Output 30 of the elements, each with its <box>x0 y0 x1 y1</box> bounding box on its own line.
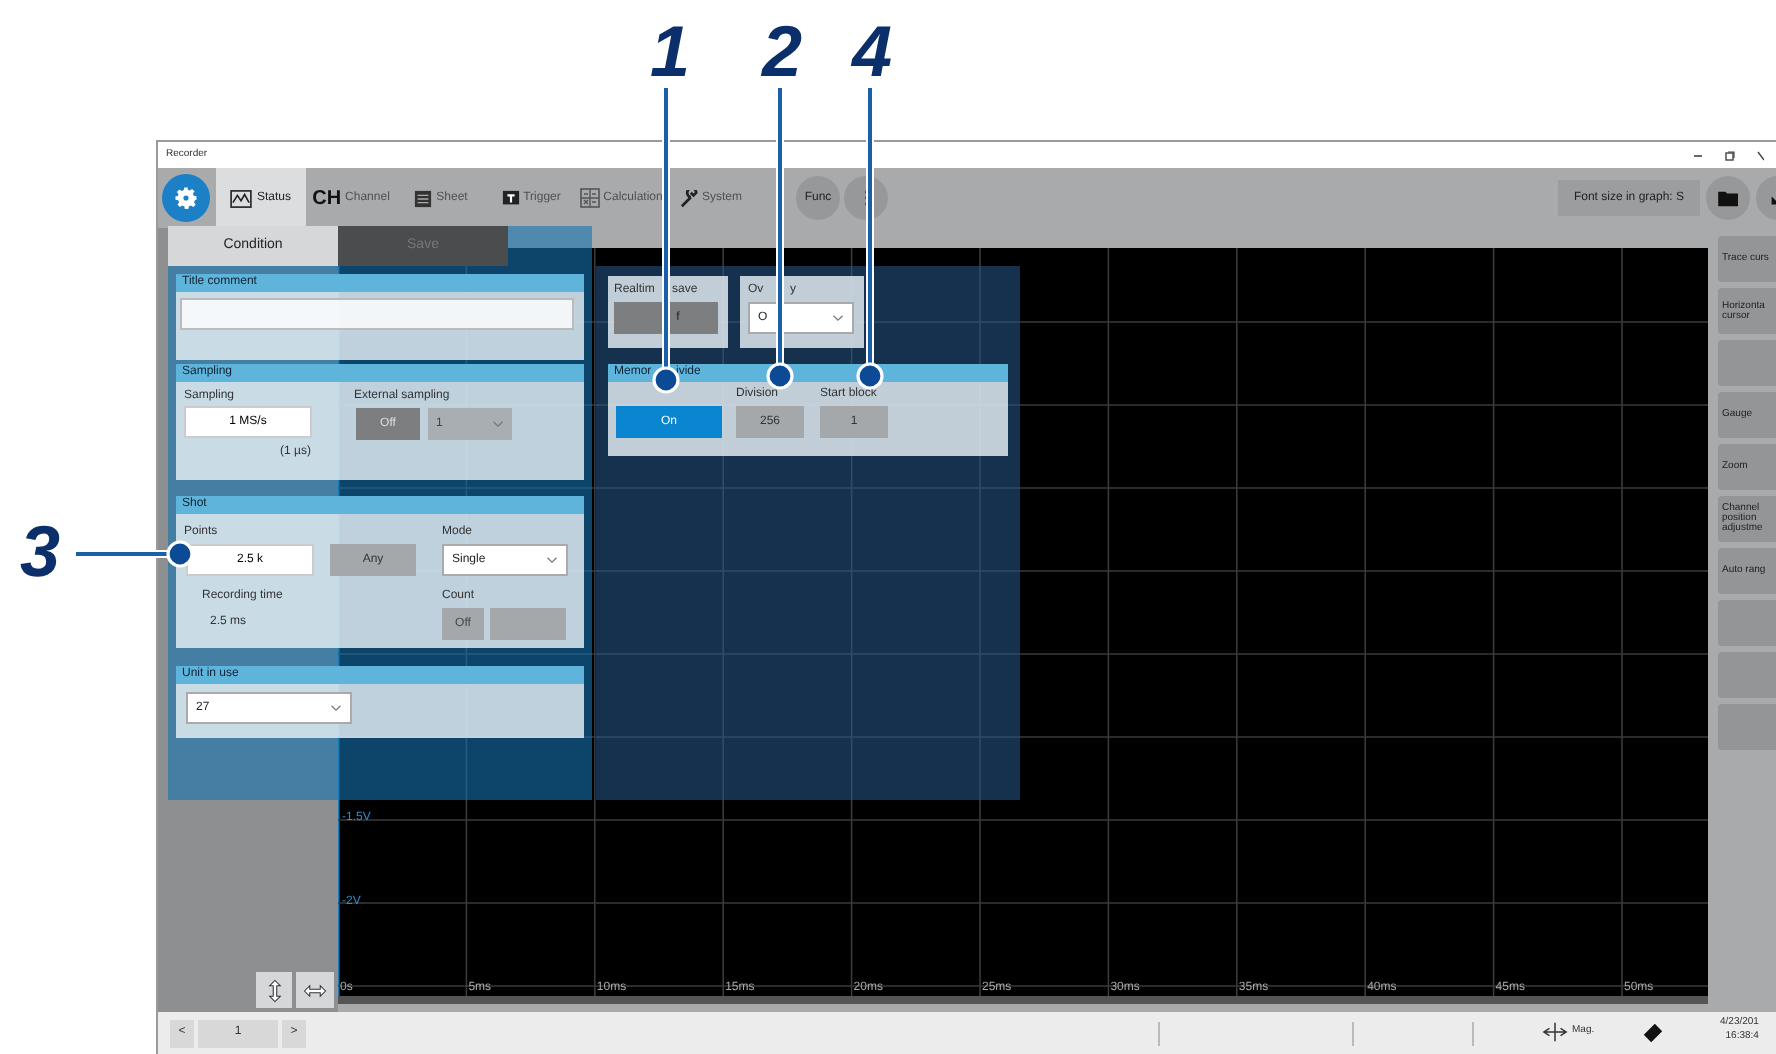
horizontal-zoom-button[interactable] <box>296 972 334 1008</box>
callout-number: 2 <box>762 16 803 88</box>
callout-number: 1 <box>650 16 691 88</box>
caret-icon <box>330 704 342 712</box>
restore-icon[interactable] <box>1724 149 1736 161</box>
count-field <box>490 608 566 640</box>
status-icon <box>230 189 253 207</box>
channel-icon: CH <box>312 183 342 213</box>
trigger-icon <box>501 189 520 207</box>
eraser-icon[interactable] <box>1642 1022 1664 1044</box>
axes-arrows-icon <box>1542 1018 1568 1046</box>
callout-line <box>76 540 194 568</box>
sheet-icon <box>414 189 433 207</box>
caret-icon <box>492 420 504 428</box>
caret-icon <box>832 314 844 322</box>
callout-number: 3 <box>20 516 61 588</box>
folder-icon <box>1717 189 1739 207</box>
close-icon[interactable] <box>1756 149 1764 161</box>
up-down-arrow-icon <box>267 977 281 1003</box>
open-folder-button[interactable] <box>1706 176 1750 220</box>
settings-button[interactable] <box>162 174 210 222</box>
callout-number: 4 <box>852 16 893 88</box>
system-icon <box>679 189 698 207</box>
left-right-arrow-icon <box>302 983 328 997</box>
calculation-icon <box>579 188 600 208</box>
minimize-icon[interactable] <box>1692 149 1704 161</box>
vertical-zoom-button[interactable] <box>256 972 292 1008</box>
title-comment-field[interactable] <box>180 298 574 330</box>
caret-icon <box>546 556 558 564</box>
gear-icon <box>172 184 200 212</box>
